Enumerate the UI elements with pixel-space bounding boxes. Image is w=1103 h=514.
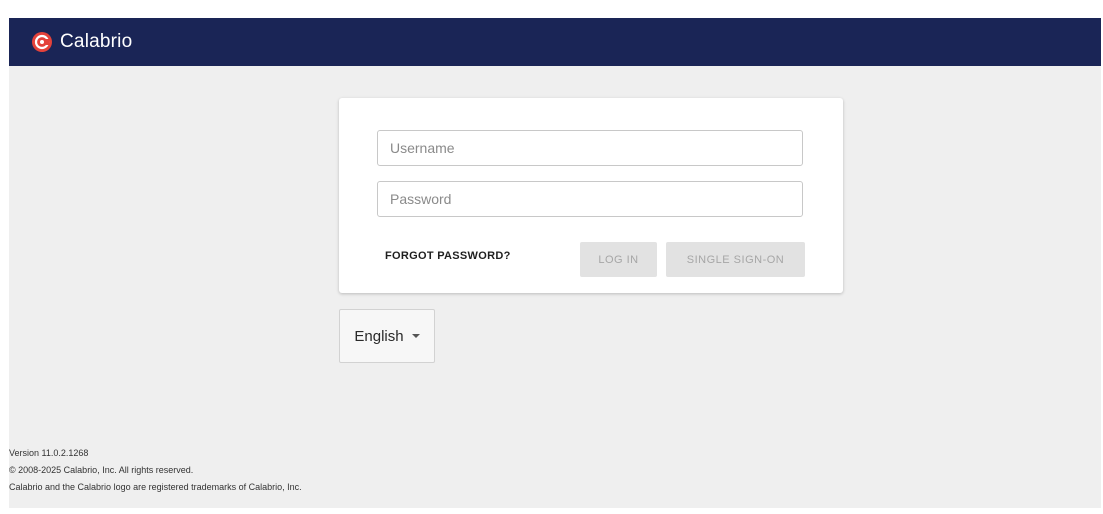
single-sign-on-button[interactable]: SINGLE SIGN-ON [666,242,805,277]
language-selected: English [354,327,404,345]
forgot-password-link[interactable]: FORGOT PASSWORD? [385,250,511,262]
calabrio-logo-icon [32,32,52,52]
login-card: FORGOT PASSWORD? LOG IN SINGLE SIGN-ON [339,98,843,293]
username-input[interactable] [377,130,803,166]
copyright-text: © 2008-2025 Calabrio, Inc. All rights re… [9,465,194,475]
version-text: Version 11.0.2.1268 [9,448,89,458]
brand: Calabrio [31,31,132,53]
footer: Version 11.0.2.1268 © 2008-2025 Calabrio… [9,445,302,496]
login-page: Calabrio FORGOT PASSWORD? LOG IN SINGLE … [9,18,1101,508]
top-bar: Calabrio [9,18,1101,66]
brand-name: Calabrio [60,31,133,52]
password-input[interactable] [377,181,803,217]
language-selector[interactable]: English [339,309,435,363]
caret-down-icon [411,334,420,338]
trademark-text: Calabrio and the Calabrio logo are regis… [9,482,302,492]
login-button[interactable]: LOG IN [580,242,657,277]
